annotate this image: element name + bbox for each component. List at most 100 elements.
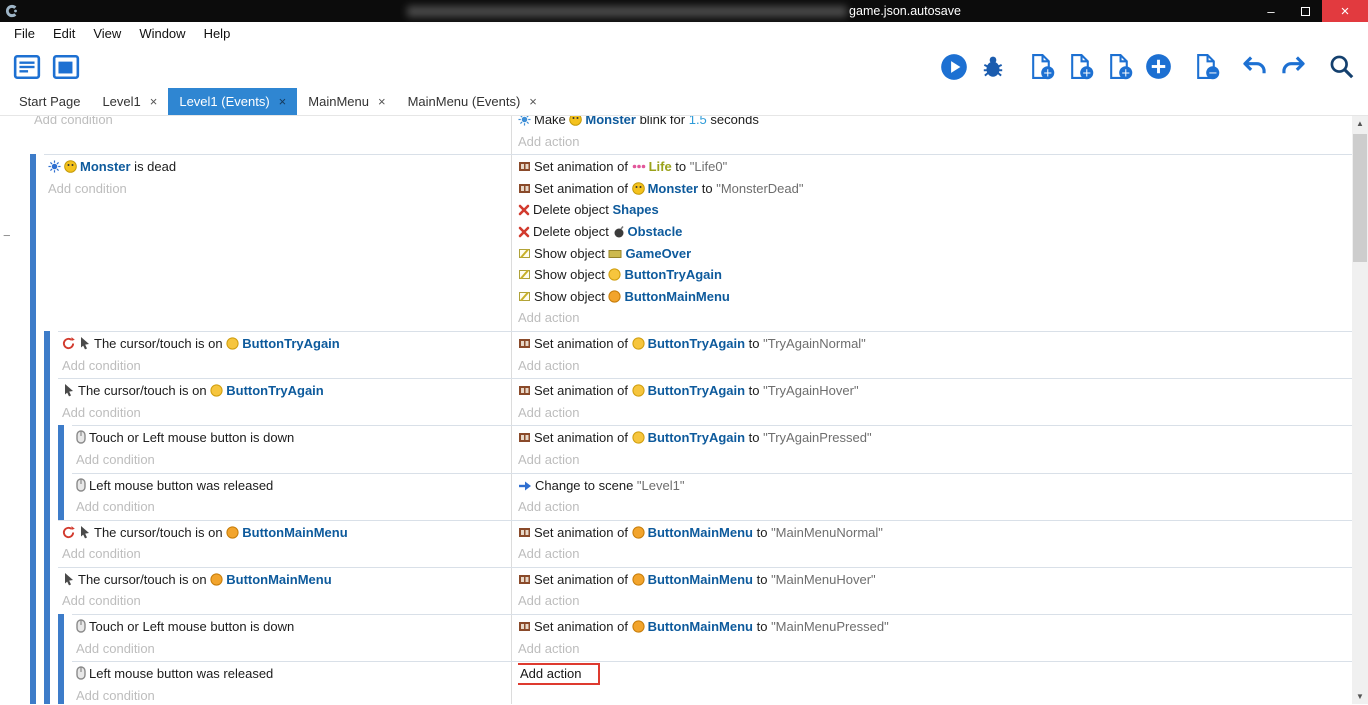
action-line[interactable]: Delete object Shapes [518, 199, 1352, 221]
project-manager-button[interactable] [12, 52, 42, 82]
debugger-button[interactable] [978, 52, 1008, 82]
condition-line[interactable]: Add condition [76, 685, 511, 704]
close-button[interactable]: × [1322, 0, 1368, 22]
action-line[interactable]: Set animation of ButtonTryAgain to "TryA… [518, 427, 1352, 449]
condition-line[interactable]: Add condition [34, 116, 511, 131]
add-comment-button[interactable]: + [1104, 52, 1134, 82]
condition-line[interactable]: Add condition [48, 178, 511, 200]
action-line[interactable]: Make Monster blink for 1.5 seconds [518, 116, 1352, 131]
close-tab-icon[interactable]: × [279, 94, 287, 109]
action-line[interactable]: Set animation of ButtonMainMenu to "Main… [518, 616, 1352, 638]
add-condition-link[interactable]: Add condition [62, 546, 141, 561]
menu-edit[interactable]: Edit [44, 26, 84, 41]
menu-view[interactable]: View [84, 26, 130, 41]
add-action-link[interactable]: Add action [518, 358, 579, 373]
add-condition-link[interactable]: Add condition [62, 358, 141, 373]
add-condition-link[interactable]: Add condition [76, 688, 155, 703]
condition-line[interactable]: Add condition [62, 543, 511, 565]
add-action-link[interactable]: Add action [518, 310, 579, 325]
condition-line[interactable]: Touch or Left mouse button is down [76, 616, 511, 638]
add-action-link[interactable]: Add action [518, 546, 579, 561]
search-button[interactable] [1326, 52, 1356, 82]
condition-line[interactable]: Left mouse button was released [76, 475, 511, 497]
collapse-event-toggle[interactable]: − [3, 228, 11, 243]
action-line[interactable]: Show object ButtonMainMenu [518, 286, 1352, 308]
add-other-event-button[interactable] [1143, 52, 1173, 82]
menu-file[interactable]: File [5, 26, 44, 41]
action-line[interactable]: Add action [518, 663, 1352, 685]
add-condition-link[interactable]: Add condition [76, 641, 155, 656]
life-icon [632, 159, 649, 174]
condition-line[interactable]: Add condition [62, 355, 511, 377]
condition-line[interactable]: Add condition [76, 638, 511, 660]
action-line[interactable]: Set animation of ButtonMainMenu to "Main… [518, 569, 1352, 591]
action-line[interactable]: Add action [518, 496, 1352, 518]
action-line[interactable]: Add action [518, 131, 1352, 153]
tab-mainmenu-events[interactable]: MainMenu (Events)× [397, 88, 548, 115]
action-line[interactable]: Set animation of Life to "Life0" [518, 156, 1352, 178]
add-action-link[interactable]: Add action [518, 134, 579, 149]
condition-line[interactable]: The cursor/touch is on ButtonMainMenu [62, 569, 511, 591]
action-line[interactable]: Add action [518, 449, 1352, 471]
actions-cell: Set animation of ButtonMainMenu to "Main… [512, 568, 1352, 614]
add-condition-link[interactable]: Add condition [62, 593, 141, 608]
tab-mainmenu[interactable]: MainMenu× [297, 88, 396, 115]
condition-line[interactable]: Add condition [76, 496, 511, 518]
add-condition-link[interactable]: Add condition [76, 452, 155, 467]
scroll-down-arrow-icon[interactable]: ▼ [1356, 692, 1364, 701]
condition-line[interactable]: Left mouse button was released [76, 663, 511, 685]
minimize-button[interactable]: – [1254, 0, 1288, 22]
close-tab-icon[interactable]: × [529, 94, 537, 109]
add-action-link[interactable]: Add action [518, 663, 600, 685]
action-line[interactable]: Add action [518, 638, 1352, 660]
add-event-button[interactable]: + [1026, 52, 1056, 82]
close-tab-icon[interactable]: × [150, 94, 158, 109]
condition-line[interactable]: The cursor/touch is on ButtonTryAgain [62, 380, 511, 402]
add-subevent-button[interactable]: + [1065, 52, 1095, 82]
action-line[interactable]: Set animation of Monster to "MonsterDead… [518, 178, 1352, 200]
preview-button[interactable] [939, 52, 969, 82]
action-line[interactable]: Add action [518, 543, 1352, 565]
action-line[interactable]: Show object GameOver [518, 243, 1352, 265]
undo-button[interactable] [1239, 52, 1269, 82]
condition-line[interactable]: Add condition [62, 402, 511, 424]
add-condition-link[interactable]: Add condition [48, 181, 127, 196]
scroll-up-arrow-icon[interactable]: ▲ [1356, 119, 1364, 128]
action-line[interactable]: Add action [518, 355, 1352, 377]
action-line[interactable]: Add action [518, 307, 1352, 329]
add-action-link[interactable]: Add action [518, 405, 579, 420]
tab-level1[interactable]: Level1× [91, 88, 168, 115]
action-line[interactable]: Set animation of ButtonMainMenu to "Main… [518, 522, 1352, 544]
action-line[interactable]: Change to scene "Level1" [518, 475, 1352, 497]
condition-line[interactable]: Add condition [62, 590, 511, 612]
condition-line[interactable]: Monster is dead [48, 156, 511, 178]
action-line[interactable]: Add action [518, 402, 1352, 424]
delete-event-button[interactable]: − [1191, 52, 1221, 82]
condition-line[interactable]: Touch or Left mouse button is down [76, 427, 511, 449]
scrollbar-thumb[interactable] [1353, 134, 1367, 262]
objects-list-button[interactable] [51, 52, 81, 82]
add-condition-link[interactable]: Add condition [76, 499, 155, 514]
menu-window[interactable]: Window [130, 26, 194, 41]
action-line[interactable]: Delete object Obstacle [518, 221, 1352, 243]
menu-help[interactable]: Help [195, 26, 240, 41]
add-action-link[interactable]: Add action [518, 641, 579, 656]
action-line[interactable]: Set animation of ButtonTryAgain to "TryA… [518, 333, 1352, 355]
condition-line[interactable]: The cursor/touch is on ButtonTryAgain [62, 333, 511, 355]
add-action-link[interactable]: Add action [518, 499, 579, 514]
add-action-link[interactable]: Add action [518, 452, 579, 467]
add-action-link[interactable]: Add action [518, 593, 579, 608]
tab-start-page[interactable]: Start Page [8, 88, 91, 115]
close-tab-icon[interactable]: × [378, 94, 386, 109]
action-line[interactable]: Set animation of ButtonTryAgain to "TryA… [518, 380, 1352, 402]
condition-line[interactable]: Add condition [76, 449, 511, 471]
condition-line[interactable]: The cursor/touch is on ButtonMainMenu [62, 522, 511, 544]
redo-button[interactable] [1278, 52, 1308, 82]
tab-level1-events[interactable]: Level1 (Events)× [168, 88, 297, 115]
action-line[interactable]: Show object ButtonTryAgain [518, 264, 1352, 286]
action-line[interactable]: Add action [518, 590, 1352, 612]
maximize-button[interactable] [1288, 0, 1322, 22]
add-condition-link[interactable]: Add condition [34, 116, 113, 127]
vertical-scrollbar[interactable]: ▲ ▼ [1352, 116, 1368, 704]
add-condition-link[interactable]: Add condition [62, 405, 141, 420]
